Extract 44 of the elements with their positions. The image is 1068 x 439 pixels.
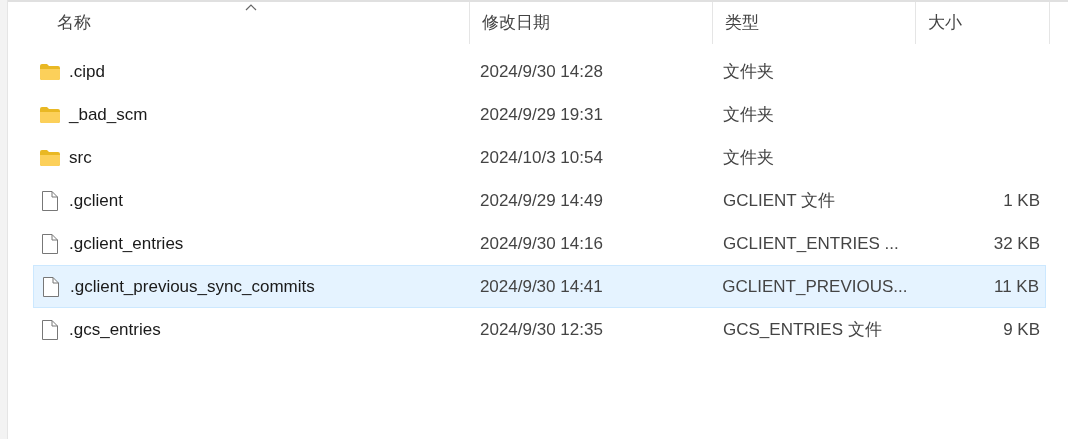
column-header[interactable]: 修改日期	[470, 2, 713, 44]
file-icon	[41, 318, 59, 341]
file-name: .cipd	[69, 60, 105, 83]
file-type: 文件夹	[722, 146, 775, 169]
modified-date: 2024/9/30 14:28	[479, 60, 604, 83]
file-row[interactable]: .cipd 2024/9/30 14:28 文件夹	[33, 50, 1046, 93]
file-row[interactable]: .gclient_previous_sync_commits 2024/9/30 14:41 GCLIENT_PREVIOUS... 11 KB	[33, 265, 1046, 308]
column-header[interactable]: 类型	[713, 2, 916, 44]
modified-date: 2024/9/30 14:16	[479, 232, 604, 255]
folder-icon	[39, 105, 61, 124]
folder-icon	[39, 148, 61, 167]
file-size: 9 KB	[1003, 318, 1040, 341]
file-row[interactable]: src 2024/10/3 10:54 文件夹	[33, 136, 1046, 179]
file-type: GCLIENT_ENTRIES ...	[722, 232, 900, 255]
modified-date: 2024/9/29 19:31	[479, 103, 604, 126]
file-icon	[41, 232, 59, 255]
folder-icon	[39, 62, 61, 81]
file-type: GCS_ENTRIES 文件	[722, 318, 883, 341]
file-size: 11 KB	[993, 275, 1039, 298]
file-row[interactable]: .gclient 2024/9/29 14:49 GCLIENT 文件 1 KB	[33, 179, 1046, 222]
file-type: 文件夹	[722, 60, 775, 83]
file-size: 1 KB	[1003, 189, 1040, 212]
file-name: .gclient_entries	[69, 232, 184, 255]
file-type: GCLIENT 文件	[722, 189, 837, 212]
modified-date: 2024/9/29 14:49	[479, 189, 604, 212]
file-name: src	[69, 146, 92, 169]
file-name: .gclient	[69, 189, 123, 212]
file-icon	[42, 275, 60, 298]
modified-date: 2024/9/30 14:41	[478, 275, 604, 298]
file-row[interactable]: .gclient_entries 2024/9/30 14:16 GCLIENT_ENTRIES ... 32 KB	[33, 222, 1046, 265]
file-row[interactable]: .gcs_entries 2024/9/30 12:35 GCS_ENTRIES 文件 9 KB	[33, 308, 1046, 351]
file-row[interactable]: _bad_scm 2024/9/29 19:31 文件夹	[33, 93, 1046, 136]
file-name: .gcs_entries	[69, 318, 161, 341]
sort-caret-icon	[245, 4, 257, 11]
file-name: .gclient_previous_sync_commits	[70, 275, 315, 298]
column-header[interactable]: 名称	[33, 2, 470, 44]
file-type: 文件夹	[722, 103, 775, 126]
file-name: _bad_scm	[69, 103, 148, 126]
file-type: GCLIENT_PREVIOUS...	[721, 275, 909, 298]
modified-date: 2024/10/3 10:54	[479, 146, 604, 169]
file-icon	[41, 189, 59, 212]
modified-date: 2024/9/30 12:35	[479, 318, 604, 341]
file-size: 32 KB	[993, 232, 1040, 255]
column-header[interactable]: 大小	[916, 2, 1050, 44]
